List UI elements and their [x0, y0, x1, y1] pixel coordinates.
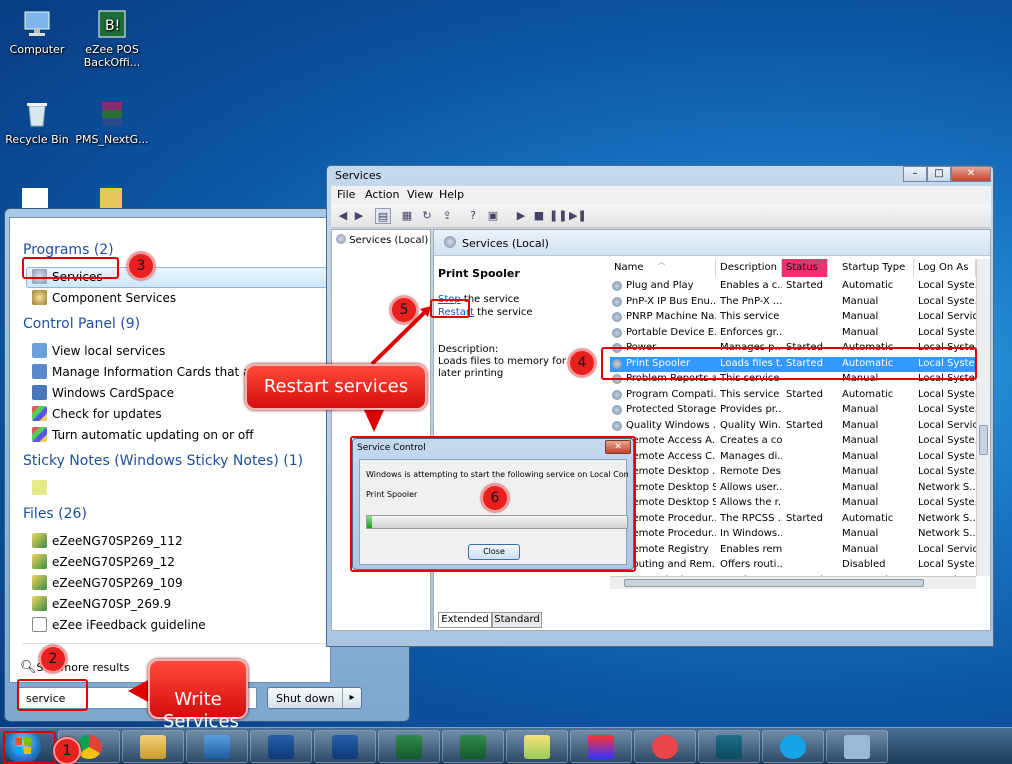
callout-write-services: Write Services: [148, 659, 248, 732]
arrow-to-restart: [370, 309, 428, 366]
arrow-to-search: [128, 679, 150, 703]
callout-restart-services: Restart services: [245, 364, 427, 410]
annotation-arrows: [128, 306, 431, 703]
callout-text: Write Services: [163, 689, 239, 732]
arrow-to-dialog: [364, 410, 384, 432]
